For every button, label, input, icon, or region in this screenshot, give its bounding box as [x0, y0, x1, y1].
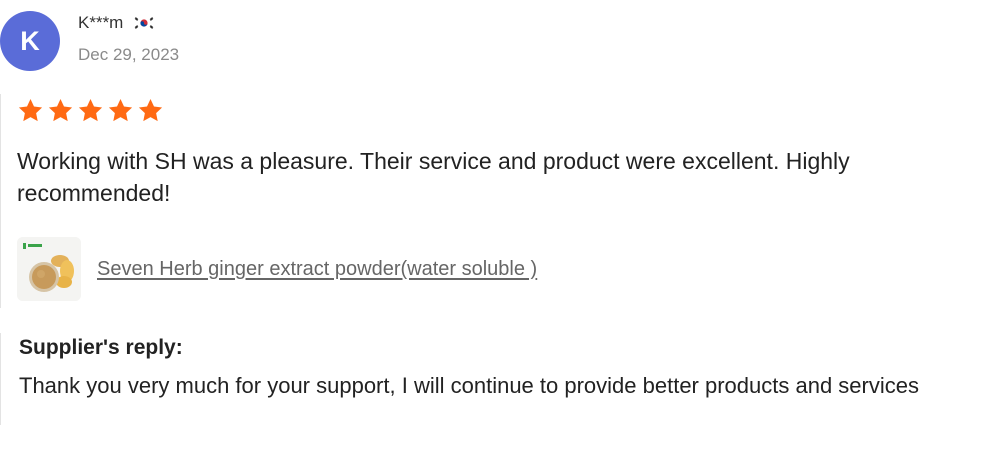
star-icon [138, 99, 163, 122]
review-text: Working with SH was a pleasure. Their se… [17, 148, 850, 206]
star-icon [78, 99, 103, 122]
review-date: Dec 29, 2023 [78, 45, 180, 64]
star-icon [48, 99, 73, 122]
reviewer-avatar: K [0, 11, 60, 71]
supplier-reply-text: Thank you very much for your support, I … [19, 373, 919, 398]
reviewed-product: Seven Herb ginger extract powder(water s… [17, 237, 537, 301]
star-icon [18, 99, 43, 122]
south-korea-flag-icon [133, 15, 156, 31]
avatar-initial: K [20, 25, 40, 56]
reviewer-name: K***m [78, 13, 124, 32]
product-title-link[interactable]: Seven Herb ginger extract powder(water s… [97, 258, 537, 281]
supplier-reply: Supplier's reply: Thank you very much fo… [0, 333, 991, 425]
product-thumbnail[interactable] [17, 237, 81, 301]
star-icon [108, 99, 133, 122]
supplier-reply-title: Supplier's reply: [19, 336, 183, 359]
reviewer-info: K***m [78, 13, 156, 33]
star-rating [17, 97, 164, 124]
review-content: Working with SH was a pleasure. Their se… [0, 94, 991, 308]
